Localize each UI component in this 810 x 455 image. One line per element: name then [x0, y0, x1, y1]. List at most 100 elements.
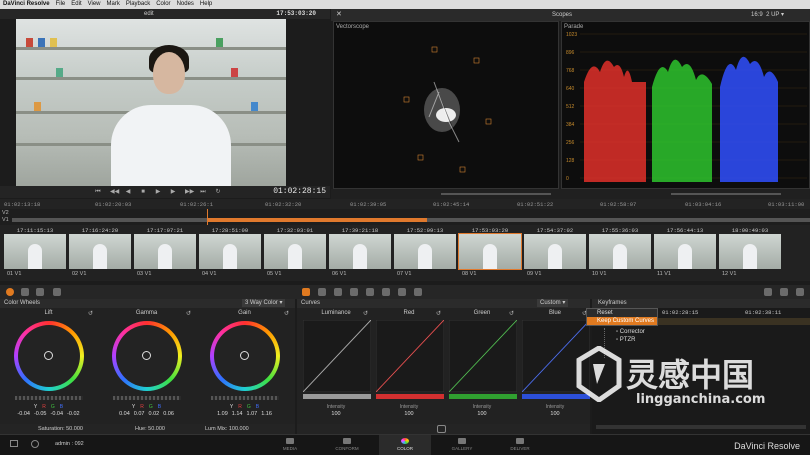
page-conform[interactable]: CONFORM [327, 435, 367, 455]
wheel-value[interactable]: -0.04 [17, 411, 30, 417]
camera-icon[interactable] [53, 288, 61, 296]
curve-intensity-bar[interactable] [303, 394, 371, 399]
key-icon[interactable] [382, 288, 390, 296]
menu-file[interactable]: File [56, 0, 66, 9]
wheel-value[interactable]: -0.04 [51, 411, 64, 417]
lum-mix-value[interactable]: Lum Mix: 100.000 [205, 424, 249, 434]
curves-mode-dropdown[interactable]: Custom ▾ [537, 299, 569, 307]
master-wheel-slider[interactable] [15, 396, 83, 400]
menu-edit[interactable]: Edit [71, 0, 81, 9]
color-wheel-gain[interactable]: Gain ↺ Y R G B 1.09 1.14 1.07 1.16 [196, 308, 293, 424]
playhead[interactable] [207, 209, 208, 225]
wheel-value[interactable]: 1.07 [247, 411, 258, 417]
intensity-value[interactable]: 100 [519, 411, 591, 417]
wheel-mode-dropdown[interactable]: 3 Way Color ▾ [242, 299, 286, 307]
wheel-puck[interactable] [44, 351, 53, 360]
primaries-icon[interactable] [36, 288, 44, 296]
viewer-image[interactable] [16, 19, 286, 186]
wheel-puck[interactable] [142, 351, 151, 360]
menu-reset[interactable]: Reset [587, 309, 657, 317]
list-icon[interactable] [780, 288, 788, 296]
wheel-value[interactable]: 1.14 [232, 411, 243, 417]
reset-icon[interactable]: ↺ [186, 310, 191, 317]
stop-icon[interactable]: ■ [140, 189, 146, 195]
step-forward-icon[interactable]: ▶▶ [185, 189, 194, 195]
clip-thumbnail[interactable]: 17:52:09:13 07 V1 [394, 225, 456, 281]
color-wheel-lift[interactable]: Lift ↺ Y R G B -0.04 -0.05 -0.04 -0.02 [0, 308, 97, 424]
clip-thumbnail[interactable]: 17:16:24:20 02 V1 [69, 225, 131, 281]
viewer-mode[interactable]: edit [144, 9, 154, 19]
curve-intensity-bar[interactable] [376, 394, 444, 399]
intensity-value[interactable]: 100 [373, 411, 445, 417]
reset-icon[interactable]: ↺ [436, 310, 441, 317]
clip-thumbnail[interactable]: 17:55:36:03 10 V1 [589, 225, 651, 281]
reset-icon[interactable]: ↺ [509, 310, 514, 317]
menu-keep-custom-curves[interactable]: Keep Custom Curves [587, 317, 657, 325]
play-icon[interactable]: ▶ [155, 189, 161, 195]
curve-graph[interactable] [449, 320, 517, 392]
reset-icon[interactable]: ↺ [284, 310, 289, 317]
saturation-value[interactable]: Saturation: 50.000 [38, 424, 83, 434]
page-color[interactable]: COLOR [379, 435, 431, 455]
menu-mark[interactable]: Mark [107, 0, 120, 9]
grid-icon[interactable] [764, 288, 772, 296]
skip-start-icon[interactable]: ⏮ [95, 189, 101, 195]
link-icon[interactable] [437, 425, 446, 433]
qualifier-icon[interactable] [318, 288, 326, 296]
3d-icon[interactable] [414, 288, 422, 296]
curve-intensity-bar[interactable] [449, 394, 517, 399]
page-media[interactable]: MEDIA [270, 435, 310, 455]
curves-icon[interactable] [302, 288, 310, 296]
clip-thumbnail[interactable]: 17:32:03:01 05 V1 [264, 225, 326, 281]
menu-view[interactable]: View [88, 0, 101, 9]
curve-graph[interactable] [376, 320, 444, 392]
wheel-puck[interactable] [240, 351, 249, 360]
wheel-value[interactable]: 0.02 [149, 411, 160, 417]
scope-slider[interactable] [441, 193, 551, 195]
keyframe-track[interactable] [658, 318, 810, 325]
sizing-icon[interactable] [398, 288, 406, 296]
kf-item-corrector[interactable]: ▫ Corrector [612, 328, 645, 336]
color-wheel-gamma[interactable]: Gamma ↺ Y R G B 0.04 0.07 0.02 0.06 [98, 308, 195, 424]
page-gallery[interactable]: GALLERY [442, 435, 482, 455]
blur-icon[interactable] [366, 288, 374, 296]
master-wheel-slider[interactable] [113, 396, 181, 400]
selected-clip-bar[interactable] [207, 218, 427, 222]
reset-icon[interactable]: ↺ [88, 310, 93, 317]
curve-luminance[interactable]: Luminance ↺ Intensity 100 [300, 308, 372, 424]
wheel-value[interactable]: 0.04 [119, 411, 130, 417]
home-icon[interactable] [10, 440, 18, 447]
close-icon[interactable]: ✕ [336, 9, 342, 21]
wheel-value[interactable]: 1.16 [261, 411, 272, 417]
skip-end-icon[interactable]: ⏭ [200, 189, 206, 195]
scopes-view[interactable]: 16:9 2 UP ▾ [751, 9, 784, 21]
clip-thumbnail[interactable]: 17:28:51:00 04 V1 [199, 225, 261, 281]
hue-value[interactable]: Hue: 50.000 [135, 424, 165, 434]
timeline-ruler[interactable]: 01:02:13:18 01:02:20:03 01:02:26:1 01:02… [0, 199, 810, 209]
wheel-value[interactable]: -0.02 [67, 411, 80, 417]
menu-nodes[interactable]: Nodes [177, 0, 194, 9]
scope-slider[interactable] [671, 193, 781, 195]
clip-thumbnail[interactable]: 17:54:37:02 09 V1 [524, 225, 586, 281]
curve-green[interactable]: Green ↺ Intensity 100 [446, 308, 518, 424]
wheel-value[interactable]: 1.09 [217, 411, 228, 417]
master-wheel-slider[interactable] [211, 396, 279, 400]
intensity-value[interactable]: 100 [446, 411, 518, 417]
reset-icon[interactable]: ↺ [363, 310, 368, 317]
timeline-tracks[interactable]: V2 V1 [0, 209, 810, 225]
clip-thumbnail[interactable]: 17:11:15:13 01 V1 [4, 225, 66, 281]
clip-thumbnail[interactable]: 17:39:21:18 06 V1 [329, 225, 391, 281]
menu-help[interactable]: Help [200, 0, 212, 9]
step-back-icon[interactable]: ◀◀ [110, 189, 119, 195]
curve-graph[interactable] [303, 320, 371, 392]
clip-thumbnail[interactable]: 17:56:44:13 11 V1 [654, 225, 716, 281]
color-wheels-icon[interactable] [6, 288, 14, 296]
tracker-icon[interactable] [350, 288, 358, 296]
clip-thumbnail[interactable]: 18:00:49:03 12 V1 [719, 225, 781, 281]
curve-red[interactable]: Red ↺ Intensity 100 [373, 308, 445, 424]
wheel-value[interactable]: 0.07 [134, 411, 145, 417]
page-deliver[interactable]: DELIVER [500, 435, 540, 455]
gear-icon[interactable] [31, 440, 39, 448]
kf-item-ptzr[interactable]: ▫ PTZR [612, 336, 635, 344]
keyframe-icon[interactable] [796, 288, 804, 296]
